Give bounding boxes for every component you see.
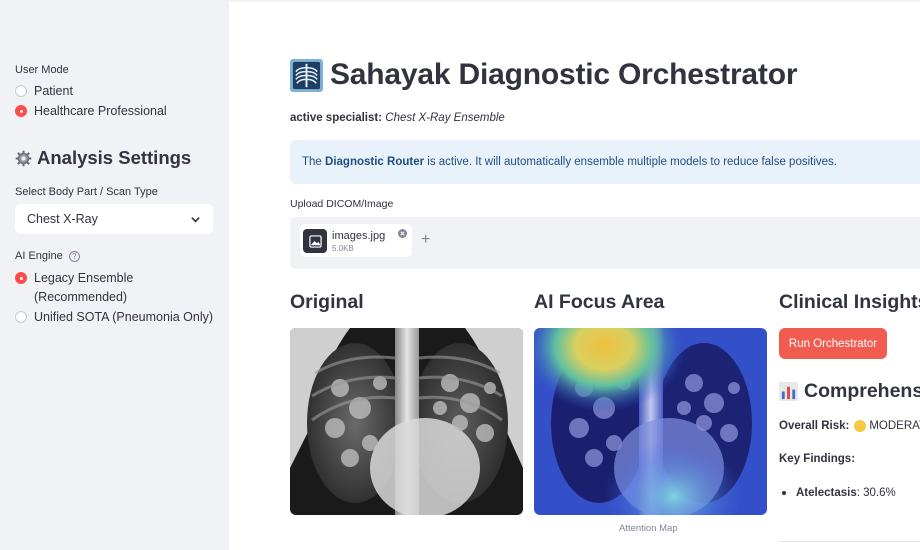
radio-label: Legacy Ensemble (Recommended) — [34, 269, 133, 307]
radio-label-line1: Legacy Ensemble — [34, 271, 134, 285]
help-icon[interactable]: ? — [68, 250, 80, 262]
specialist-value: Chest X-Ray Ensemble — [385, 112, 505, 124]
scan-type-value: Chest X-Ray — [27, 212, 98, 226]
finding-value: : 30.6% — [856, 487, 896, 499]
image-file-icon — [303, 229, 327, 253]
ai-engine-label: AI Engine — [15, 250, 63, 262]
page-title: Sahayak Diagnostic Orchestrator — [330, 58, 798, 91]
finding-name: Atelectasis — [796, 487, 857, 499]
risk-value: MODERATE — [869, 420, 920, 432]
analysis-settings-heading: Analysis Settings — [15, 147, 191, 169]
active-specialist: active specialist: Chest X-Ray Ensemble — [290, 112, 505, 124]
radio-label-line2: (Recommended) — [34, 290, 128, 304]
ai-focus-heading: AI Focus Area — [534, 291, 665, 313]
finding-item: Atelectasis: 30.6% — [782, 487, 896, 499]
original-heading: Original — [290, 291, 364, 313]
yellow-circle-icon — [854, 420, 867, 432]
info-alert: The Diagnostic Router is active. It will… — [290, 140, 920, 184]
gear-icon — [15, 150, 32, 166]
add-file-icon[interactable]: + — [421, 231, 430, 249]
original-xray-image — [290, 328, 523, 515]
radio-label: Unified SOTA (Pneumonia Only) — [34, 310, 214, 324]
ai-engine-label-row: AI Engine? — [15, 250, 80, 262]
run-orchestrator-button[interactable]: Run Orchestrator — [779, 328, 887, 359]
bar-chart-icon — [779, 382, 798, 401]
specialist-label: active specialist: — [290, 112, 383, 124]
page-title-row: Sahayak Diagnostic Orchestrator — [290, 58, 798, 92]
radio-circle-selected[interactable] — [15, 105, 27, 117]
radio-unified-sota[interactable]: Unified SOTA (Pneumonia Only) — [15, 308, 213, 327]
scan-type-select[interactable]: Chest X-Ray — [15, 204, 213, 234]
chevron-down-icon — [191, 216, 200, 223]
sidebar: User Mode Patient Healthcare Professiona… — [0, 0, 229, 550]
xray-icon — [290, 58, 323, 92]
radio-patient[interactable]: Patient — [15, 82, 73, 101]
info-suffix: is active. It will automatically ensembl… — [427, 156, 837, 168]
radio-legacy-ensemble[interactable]: Legacy Ensemble (Recommended) — [15, 269, 133, 307]
uploaded-file-chip: images.jpg 5.0KB — [300, 224, 412, 257]
remove-file-icon[interactable] — [398, 229, 407, 238]
info-strong: Diagnostic Router — [325, 156, 425, 168]
clinical-insights-heading: Clinical Insights — [779, 291, 920, 313]
ai-focus-heatmap-image — [534, 328, 767, 515]
settings-heading-text: Analysis Settings — [37, 147, 192, 168]
file-size: 5.0KB — [332, 244, 354, 253]
user-mode-label: User Mode — [15, 64, 69, 76]
radio-circle-selected[interactable] — [15, 272, 27, 284]
scan-type-label: Select Body Part / Scan Type — [15, 186, 158, 198]
attention-map-caption: Attention Map — [619, 523, 678, 534]
info-text: The Diagnostic Router is active. It will… — [302, 156, 837, 168]
radio-circle[interactable] — [15, 85, 27, 97]
info-prefix: The — [302, 156, 322, 168]
radio-label: Healthcare Professional — [34, 104, 167, 118]
bullet-icon — [782, 491, 786, 495]
radio-label: Patient — [34, 84, 73, 98]
top-divider — [229, 0, 920, 2]
file-uploader[interactable]: images.jpg 5.0KB + — [290, 217, 920, 269]
divider — [779, 541, 920, 542]
overall-risk: Overall Risk: MODERATE — [779, 420, 920, 432]
file-name: images.jpg — [332, 230, 386, 242]
radio-circle[interactable] — [15, 311, 27, 323]
risk-label: Overall Risk: — [779, 420, 850, 432]
comprehensive-heading-text: Comprehens — [804, 380, 920, 402]
comprehensive-heading: Comprehens — [779, 380, 920, 403]
key-findings-title: Key Findings: — [779, 453, 856, 465]
main-content: Sahayak Diagnostic Orchestrator active s… — [229, 0, 920, 550]
upload-label: Upload DICOM/Image — [290, 198, 394, 210]
radio-healthcare-professional[interactable]: Healthcare Professional — [15, 102, 167, 121]
